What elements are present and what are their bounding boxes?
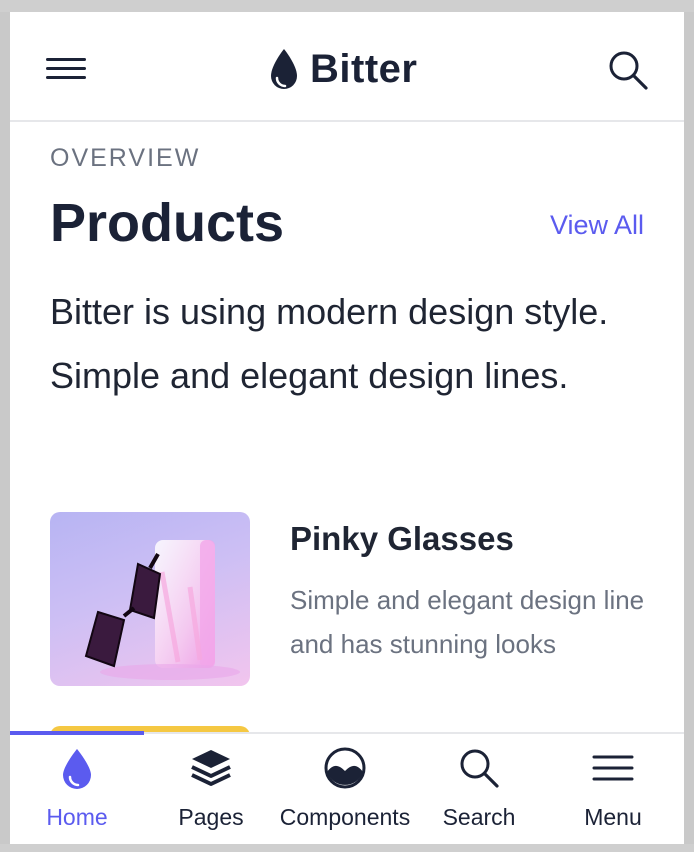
menu-icon: [592, 755, 634, 781]
bottom-nav: Home Pages Components Search Menu: [10, 731, 684, 844]
glasses-image: [84, 540, 240, 680]
nav-tab-pages[interactable]: Pages: [144, 746, 278, 842]
app-header: Bitter: [10, 12, 684, 122]
status-bar: [0, 0, 694, 12]
intro-text: Bitter is using modern design style. Sim…: [50, 291, 609, 396]
search-icon: [460, 749, 499, 788]
nav-label-search: Search: [442, 804, 516, 830]
hamburger-menu-button[interactable]: [46, 56, 86, 82]
product-image: [50, 512, 250, 686]
nav-label-components: Components: [279, 804, 411, 830]
active-tab-indicator: [10, 731, 144, 735]
page-title: Products: [50, 193, 285, 253]
bottom-bezel: [0, 844, 694, 852]
view-all-link[interactable]: View All: [550, 210, 644, 241]
layers-icon: [191, 750, 231, 786]
hamburger-line: [46, 58, 86, 61]
brand-logo[interactable]: Bitter: [268, 44, 417, 94]
drop-icon: [271, 49, 297, 89]
nav-label-menu: Menu: [584, 804, 642, 830]
nav-label-pages: Pages: [178, 804, 244, 830]
nav-tab-menu[interactable]: Menu: [546, 746, 680, 842]
product-description: Simple and elegant design line and has s…: [290, 585, 645, 659]
drop-icon: [63, 749, 91, 789]
nav-label-home: Home: [46, 804, 108, 830]
brand-name: Bitter: [310, 46, 418, 91]
components-icon: [324, 747, 366, 789]
hamburger-line: [46, 67, 86, 70]
nav-tab-home[interactable]: Home: [10, 746, 144, 842]
search-button[interactable]: [606, 48, 650, 92]
section-overline: OVERVIEW: [50, 144, 201, 172]
hamburger-line: [46, 76, 86, 79]
nav-tab-search[interactable]: Search: [412, 746, 546, 842]
app-screen: Bitter OVERVIEW Products View All Bitter…: [10, 12, 684, 844]
product-name: Pinky Glasses: [290, 520, 514, 557]
product-card[interactable]: Pinky Glasses Simple and elegant design …: [50, 512, 650, 688]
search-icon: [609, 51, 648, 90]
nav-tab-components[interactable]: Components: [278, 746, 412, 842]
